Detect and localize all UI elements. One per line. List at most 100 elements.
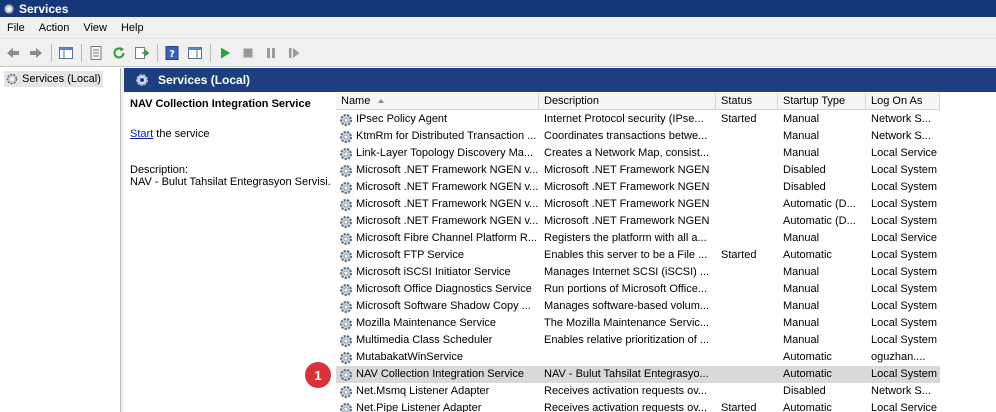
column-header-description[interactable]: Description bbox=[539, 93, 716, 110]
help-icon[interactable]: ? bbox=[162, 43, 182, 63]
cell-name: Microsoft .NET Framework NGEN v... bbox=[336, 213, 539, 230]
cell-startup-type: Automatic (D... bbox=[783, 198, 856, 210]
cell-status bbox=[716, 145, 778, 162]
service-row[interactable]: Microsoft .NET Framework NGEN v... Micros… bbox=[336, 213, 940, 230]
service-row[interactable]: Net.Pipe Listener Adapter Receives activa… bbox=[336, 400, 940, 412]
cell-startup-type: Manual bbox=[783, 334, 820, 346]
cell-log-on-as: Local System bbox=[871, 368, 938, 380]
menu-help[interactable]: Help bbox=[114, 17, 151, 39]
cell-startup-type: Manual bbox=[783, 300, 820, 312]
cell-description: Run portions of Microsoft Office... bbox=[544, 283, 708, 295]
service-name: NAV Collection Integration Service bbox=[356, 368, 524, 380]
resume-service-icon[interactable] bbox=[284, 43, 304, 63]
forward-arrow-icon[interactable] bbox=[26, 43, 46, 63]
service-name: Microsoft iSCSI Initiator Service bbox=[356, 266, 511, 278]
service-row[interactable]: NAV Collection Integration Service NAV - … bbox=[336, 366, 940, 383]
back-arrow-icon[interactable] bbox=[3, 43, 23, 63]
service-row[interactable]: Microsoft Office Diagnostics Service Run … bbox=[336, 281, 940, 298]
service-rows: IPsec Policy Agent Internet Protocol secu… bbox=[336, 111, 940, 412]
cell-description: Internet Protocol security (IPse... bbox=[544, 113, 704, 125]
cell-startup-type: Manual bbox=[783, 317, 820, 329]
start-service-link[interactable]: Start bbox=[130, 128, 153, 140]
cell-name: NAV Collection Integration Service bbox=[336, 366, 539, 383]
toolbar-separator bbox=[51, 43, 52, 62]
cell-status bbox=[716, 128, 778, 145]
cell-name: Microsoft FTP Service bbox=[336, 247, 539, 264]
service-row[interactable]: Microsoft .NET Framework NGEN v... Micros… bbox=[336, 196, 940, 213]
column-header-name[interactable]: Name bbox=[336, 93, 539, 110]
service-gear-icon bbox=[338, 401, 354, 412]
service-row[interactable]: Multimedia Class Scheduler Enables relati… bbox=[336, 332, 940, 349]
service-gear-icon bbox=[338, 367, 354, 383]
refresh-icon[interactable] bbox=[109, 43, 129, 63]
cell-name: IPsec Policy Agent bbox=[336, 111, 539, 128]
service-row[interactable]: Microsoft .NET Framework NGEN v... Micros… bbox=[336, 162, 940, 179]
service-row[interactable]: Microsoft Fibre Channel Platform R... Reg… bbox=[336, 230, 940, 247]
service-row[interactable]: Microsoft Software Shadow Copy ... Manage… bbox=[336, 298, 940, 315]
cell-name: Microsoft Office Diagnostics Service bbox=[336, 281, 539, 298]
cell-log-on-as: Local System bbox=[871, 164, 938, 176]
service-row[interactable]: Link-Layer Topology Discovery Ma... Creat… bbox=[336, 145, 940, 162]
column-header-startup-type[interactable]: Startup Type bbox=[778, 93, 866, 110]
cell-log-on-as: Network S... bbox=[871, 113, 931, 125]
show-action-pane-icon[interactable] bbox=[185, 43, 205, 63]
service-row[interactable]: IPsec Policy Agent Internet Protocol secu… bbox=[336, 111, 940, 128]
cell-status bbox=[716, 383, 778, 400]
cell-name: Microsoft Software Shadow Copy ... bbox=[336, 298, 539, 315]
selected-service-name: NAV Collection Integration Service bbox=[130, 98, 311, 110]
cell-description: Manages Internet SCSI (iSCSI) ... bbox=[544, 266, 710, 278]
export-list-icon[interactable] bbox=[132, 43, 152, 63]
cell-status bbox=[716, 298, 778, 315]
cell-startup-type: Manual bbox=[783, 130, 820, 142]
service-name: Net.Pipe Listener Adapter bbox=[356, 402, 482, 412]
tree-item-services-local[interactable]: Services (Local) bbox=[4, 71, 103, 87]
service-name: Microsoft Software Shadow Copy ... bbox=[356, 300, 531, 312]
service-gear-icon bbox=[338, 333, 354, 349]
start-service-icon[interactable] bbox=[215, 43, 235, 63]
cell-log-on-as: Local System bbox=[871, 334, 938, 346]
service-row[interactable]: Microsoft iSCSI Initiator Service Manages… bbox=[336, 264, 940, 281]
cell-description: NAV - Bulut Tahsilat Entegrasyo... bbox=[544, 368, 709, 380]
service-gear-icon bbox=[338, 197, 354, 213]
service-gear-icon bbox=[338, 299, 354, 315]
cell-status bbox=[716, 281, 778, 298]
cell-status: Started bbox=[721, 113, 757, 125]
service-name: Microsoft Fibre Channel Platform R... bbox=[356, 232, 537, 244]
service-name: Net.Msmq Listener Adapter bbox=[356, 385, 490, 397]
service-gear-icon bbox=[338, 350, 354, 366]
cell-name: Multimedia Class Scheduler bbox=[336, 332, 539, 349]
service-gear-icon bbox=[338, 129, 354, 145]
toolbar-separator bbox=[210, 43, 211, 62]
cell-description: Coordinates transactions betwe... bbox=[544, 130, 708, 142]
extended-description-panel: NAV Collection Integration Service Start… bbox=[130, 98, 331, 188]
service-row[interactable]: MutabakatWinService Automatic oguzhan.... bbox=[336, 349, 940, 366]
cell-description: Receives activation requests ov... bbox=[544, 385, 708, 397]
cell-log-on-as: Local System bbox=[871, 215, 938, 227]
cell-description: Registers the platform with all a... bbox=[544, 232, 707, 244]
tree-item-label: Services (Local) bbox=[22, 73, 101, 85]
services-gear-icon bbox=[5, 72, 19, 86]
pause-service-icon[interactable] bbox=[261, 43, 281, 63]
start-service-suffix: the service bbox=[153, 128, 210, 140]
service-row[interactable]: Microsoft FTP Service Enables this server… bbox=[336, 247, 940, 264]
service-name: IPsec Policy Agent bbox=[356, 113, 448, 125]
cell-status: Started bbox=[721, 402, 757, 412]
menu-file[interactable]: File bbox=[0, 17, 32, 39]
show-console-tree-icon[interactable] bbox=[56, 43, 76, 63]
service-row[interactable]: KtmRm for Distributed Transaction ... Coo… bbox=[336, 128, 940, 145]
stop-service-icon[interactable] bbox=[238, 43, 258, 63]
menu-action[interactable]: Action bbox=[32, 17, 77, 39]
menu-view[interactable]: View bbox=[76, 17, 114, 39]
cell-description: Receives activation requests ov... bbox=[544, 402, 708, 412]
cell-startup-type: Manual bbox=[783, 283, 820, 295]
cell-log-on-as: Local System bbox=[871, 266, 938, 278]
pane-header: Services (Local) bbox=[124, 68, 996, 92]
column-header-status[interactable]: Status bbox=[716, 93, 778, 110]
column-header-log-on-as[interactable]: Log On As bbox=[866, 93, 940, 110]
step-callout-badge: 1 bbox=[305, 362, 331, 388]
properties-sheet-icon[interactable] bbox=[86, 43, 106, 63]
service-row[interactable]: Mozilla Maintenance Service The Mozilla M… bbox=[336, 315, 940, 332]
service-row[interactable]: Net.Msmq Listener Adapter Receives activa… bbox=[336, 383, 940, 400]
services-gear-icon bbox=[134, 72, 150, 88]
service-row[interactable]: Microsoft .NET Framework NGEN v... Micros… bbox=[336, 179, 940, 196]
